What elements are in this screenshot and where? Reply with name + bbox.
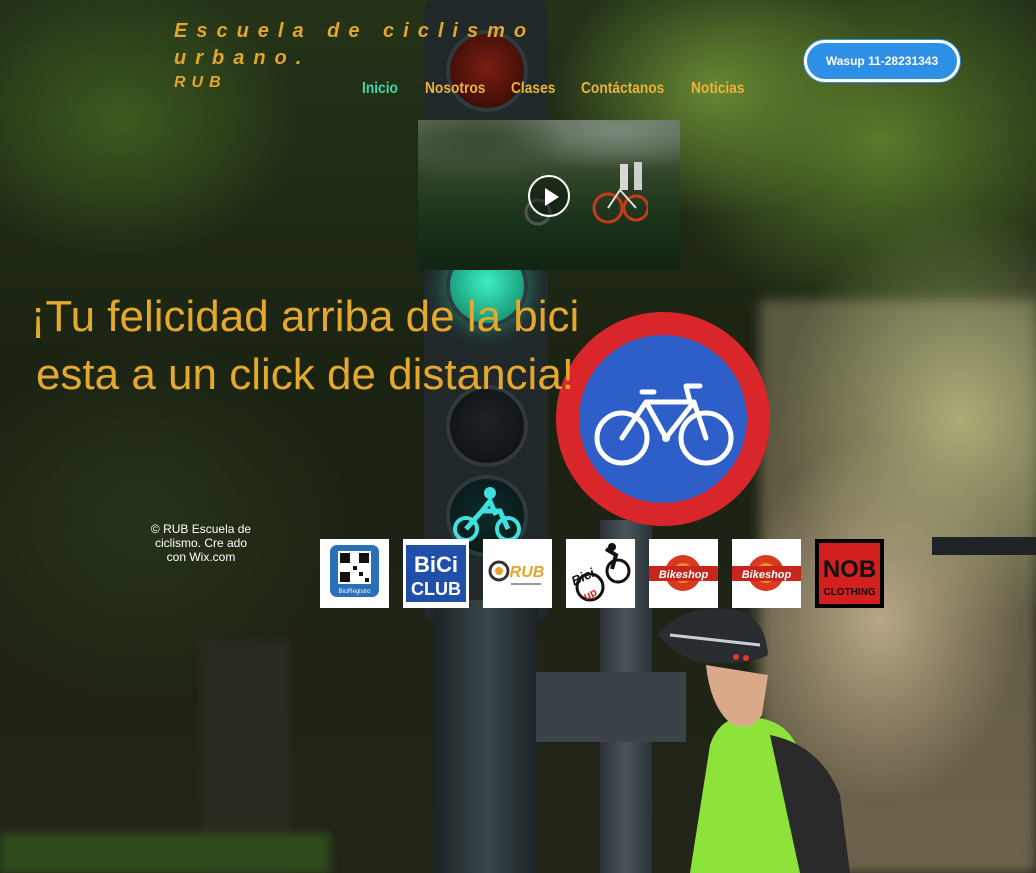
rub-logo[interactable]: RUB — [483, 539, 552, 608]
sponsor-logos: BiciRegistro BiCi CLUB RUB Bici up Bikes… — [320, 539, 884, 608]
whatsapp-button[interactable]: Wasup 11-28231343 — [804, 40, 960, 82]
nav-item-noticias[interactable]: Noticias — [691, 78, 751, 100]
traffic-light-pole — [434, 600, 538, 873]
svg-text:up: up — [582, 586, 600, 603]
main-nav: Inicio Nosotros Clases Contáctanos Notic… — [362, 78, 761, 100]
svg-text:CLOTHING: CLOTHING — [823, 587, 875, 598]
svg-text:BiCi: BiCi — [414, 552, 458, 577]
footer-credit: © RUB Escuela de ciclismo. Cre ado con W… — [150, 522, 252, 564]
video-player[interactable] — [418, 120, 680, 270]
nob-clothing-logo[interactable]: NOB CLOTHING — [815, 539, 884, 608]
site-title[interactable]: Escuela de ciclismo urbano. — [174, 18, 594, 72]
bikeshop-logo-2[interactable]: Bikeshop — [732, 539, 801, 608]
bikeshop-logo-2-text: Bikeshop — [742, 569, 792, 581]
bicircuit-registro-text: BiciRegistro — [338, 589, 371, 595]
svg-text:Bici: Bici — [569, 565, 597, 589]
nav-item-clases[interactable]: Clases — [511, 78, 571, 100]
background-sign-bar — [932, 537, 1036, 555]
bikeshop-logo-text: Bikeshop — [659, 569, 709, 581]
bici-up-logo[interactable]: Bici up — [566, 539, 635, 608]
svg-text:NOB: NOB — [823, 556, 876, 583]
nav-item-nosotros[interactable]: Nosotros — [425, 78, 499, 100]
bici-club-logo[interactable]: BiCi CLUB — [403, 539, 469, 608]
cyclist-photo — [658, 608, 850, 873]
nav-item-inicio[interactable]: Inicio — [362, 78, 416, 100]
background-hedge — [0, 833, 330, 873]
svg-text:CLUB: CLUB — [411, 579, 461, 599]
bikeshop-logo[interactable]: Bikeshop — [649, 539, 718, 608]
nav-item-contactanos[interactable]: Contáctanos — [581, 78, 676, 100]
play-icon[interactable] — [528, 175, 570, 217]
site-subtitle: RUB — [174, 74, 227, 91]
bicircuit-registro-logo[interactable]: BiciRegistro — [320, 539, 389, 608]
hero-headline: ¡Tu felicidad arriba de la bici esta a u… — [30, 292, 580, 399]
rub-logo-text: RUB — [510, 564, 545, 581]
bike-signal-icon — [453, 487, 521, 542]
